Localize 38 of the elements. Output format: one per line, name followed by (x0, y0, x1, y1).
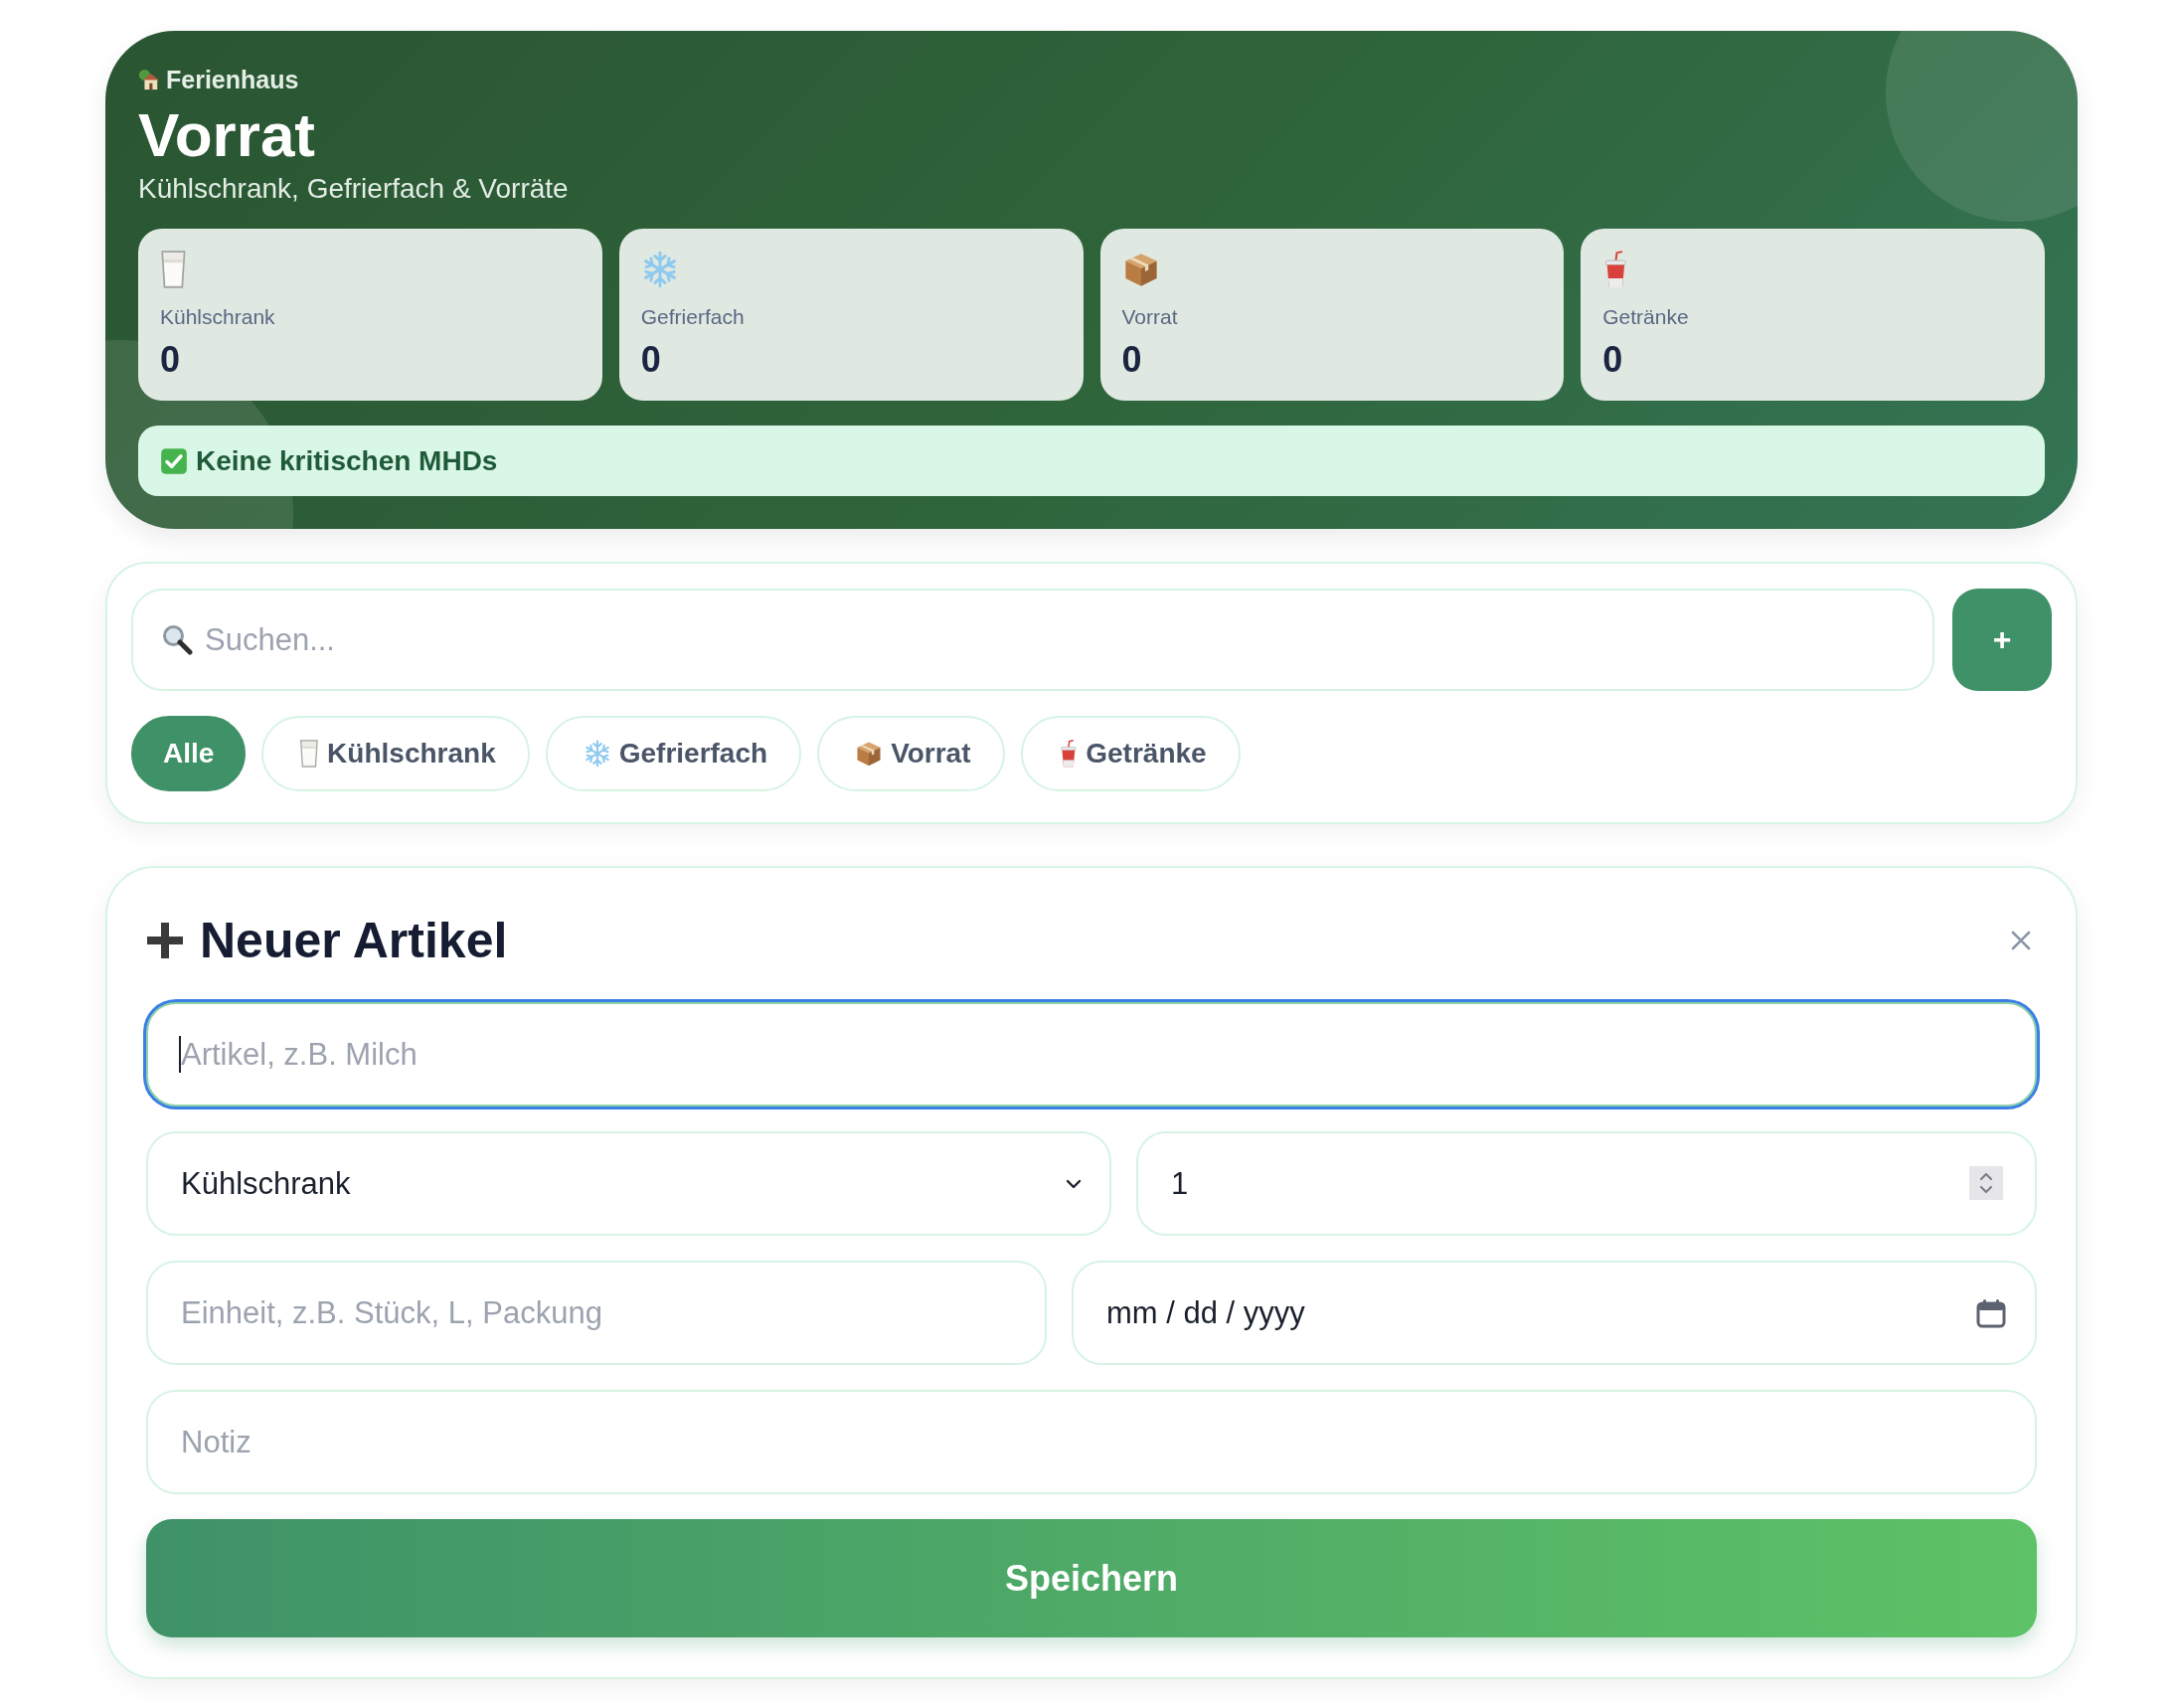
spinner-icon[interactable] (1969, 1166, 2003, 1200)
text-cursor (179, 1036, 181, 1073)
filter-chip[interactable]: Gefrierfach (545, 716, 802, 791)
page-title: Vorrat (138, 100, 316, 170)
filter-chip[interactable]: Alle (131, 716, 247, 791)
house-icon (138, 69, 160, 90)
filter-chip[interactable]: Vorrat (817, 716, 1005, 791)
cup-icon (1058, 740, 1079, 768)
glass-icon (160, 251, 187, 288)
status-text: Keine kritischen MHDs (196, 444, 498, 477)
calendar-icon[interactable] (1975, 1296, 2007, 1329)
stat-label: Gefrierfach (640, 304, 746, 330)
date-field[interactable]: mm / dd / yyyy (1072, 1261, 2037, 1365)
box-icon (855, 740, 884, 768)
glass-icon (299, 740, 320, 768)
form-title: Neuer Artikel (200, 913, 508, 968)
chevron-down-icon (1066, 1178, 1082, 1189)
stat-value: 0 (1602, 338, 1624, 382)
stat-value: 0 (1121, 338, 1143, 382)
close-icon[interactable] (2011, 931, 2031, 950)
search-icon (161, 623, 193, 655)
page-subtitle: Kühlschrank, Gefrierfach & Vorräte (138, 172, 570, 206)
snowflake-icon (583, 740, 611, 768)
filter-chip[interactable]: Kühlschrank (261, 716, 530, 791)
number-field[interactable]: 1 (1136, 1131, 2037, 1236)
search-field[interactable]: Suchen... (131, 589, 1934, 691)
stat-label: Vorrat (1121, 304, 1179, 330)
stat-label: Kühlschrank (160, 304, 276, 330)
filter-chip[interactable]: Getränke (1020, 716, 1241, 791)
add-button[interactable]: + (1952, 589, 2052, 691)
stat-label: Getränke (1602, 304, 1690, 330)
select-field[interactable]: Kühlschrank (146, 1131, 1111, 1236)
eyebrow-label: Ferienhaus (166, 65, 299, 94)
stat-value: 0 (160, 338, 182, 382)
check-icon (160, 446, 188, 475)
plus-icon (146, 922, 184, 959)
text-field[interactable]: Artikel, z.B. Milch (146, 1002, 2037, 1107)
stat-value: 0 (640, 338, 662, 382)
